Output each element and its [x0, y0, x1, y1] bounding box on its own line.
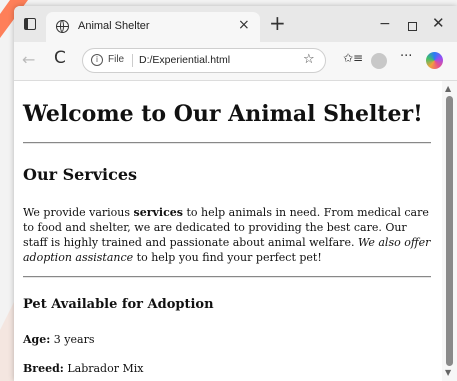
scroll-down-icon[interactable]: ▼ [445, 368, 451, 377]
age-value: 3 years [50, 333, 95, 346]
close-window-button[interactable]: ✕ [432, 14, 445, 32]
tab-bar: Animal Shelter × + − ✕ [14, 6, 457, 42]
star-icon[interactable]: ☆ [303, 52, 315, 67]
divider [23, 142, 431, 144]
services-bold: services [133, 206, 183, 219]
address-separator [132, 54, 133, 67]
tab-close-button[interactable]: × [238, 17, 250, 33]
page-content: Welcome to Our Animal Shelter! Our Servi… [14, 81, 457, 381]
reload-button[interactable]: C [54, 48, 66, 68]
age-label: Age: [23, 333, 51, 346]
browser-window: Animal Shelter × + − ✕ ← C i File D:/Exp… [14, 6, 457, 381]
services-paragraph: We provide various services to help anim… [23, 205, 431, 265]
tab-title: Animal Shelter [78, 20, 150, 32]
scroll-up-icon[interactable]: ▲ [445, 84, 451, 93]
minimize-button[interactable]: − [379, 16, 391, 32]
profile-icon[interactable] [371, 53, 387, 69]
window-icon[interactable] [24, 18, 36, 30]
address-bar[interactable]: i File D:/Experiential.html ☆ [82, 48, 326, 73]
file-label: File [108, 54, 125, 65]
new-tab-button[interactable]: + [269, 12, 286, 34]
page-title: Welcome to Our Animal Shelter! [23, 101, 423, 127]
tab-animal-shelter[interactable]: Animal Shelter × [46, 12, 260, 42]
info-icon[interactable]: i [91, 54, 103, 66]
divider [23, 276, 431, 278]
favorites-icon[interactable]: ✩≡ [343, 51, 363, 65]
pet-breed: Breed: Labrador Mix [23, 362, 143, 375]
more-icon[interactable]: ··· [400, 49, 412, 64]
services-text-1: We provide various [23, 206, 134, 219]
back-button[interactable]: ← [22, 50, 35, 69]
pet-age: Age: 3 years [23, 333, 94, 346]
breed-label: Breed: [23, 362, 64, 375]
globe-icon [56, 20, 69, 33]
nav-bar: ← C i File D:/Experiential.html ☆ ✩≡ ··· [14, 42, 457, 81]
copilot-icon[interactable] [426, 52, 443, 69]
services-heading: Our Services [23, 165, 138, 184]
url-text[interactable]: D:/Experiential.html [139, 54, 230, 66]
scrollbar[interactable]: ▲ ▼ [442, 81, 457, 381]
breed-value: Labrador Mix [63, 362, 144, 375]
adoption-heading: Pet Available for Adoption [23, 297, 214, 312]
maximize-button[interactable] [408, 22, 417, 31]
scrollbar-thumb[interactable] [446, 96, 453, 366]
services-text-3: to help you find your perfect pet! [133, 251, 322, 264]
